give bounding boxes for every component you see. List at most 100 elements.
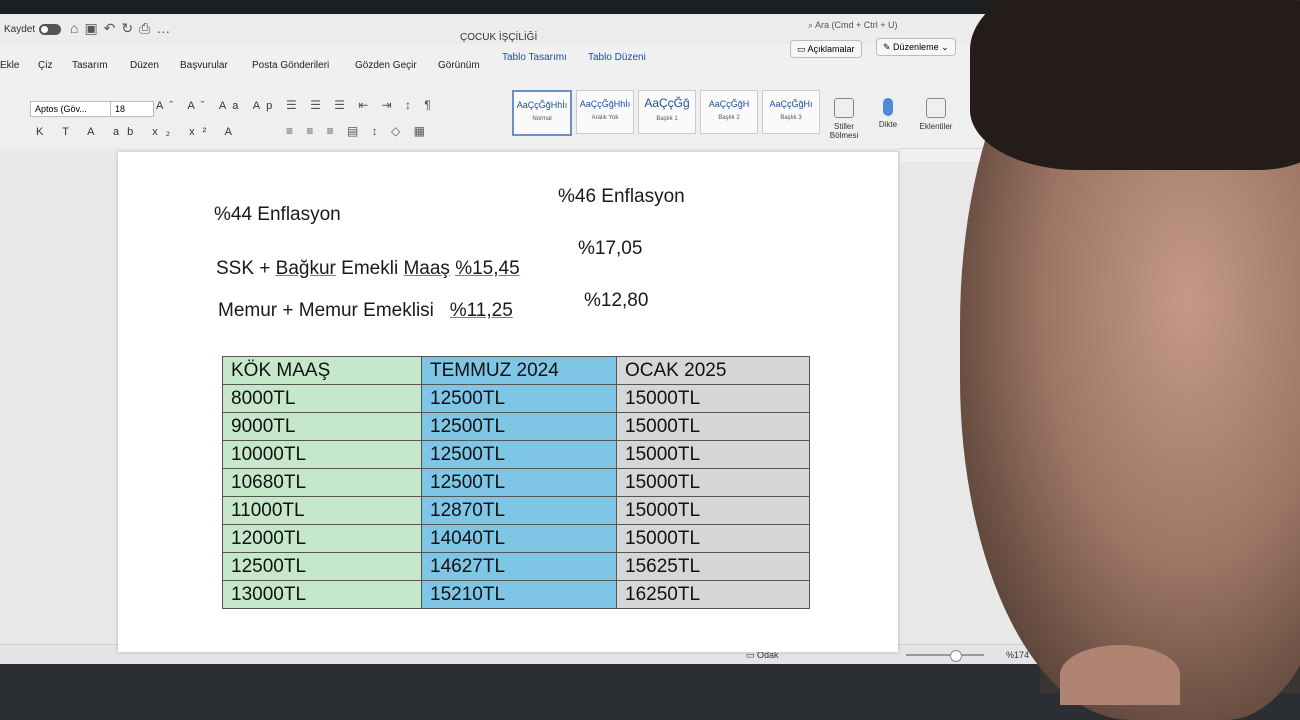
align-icons[interactable]: ≡ ≡ ≡ ▤ ↕ ◇ ▦ [286,124,430,138]
addins-button[interactable]: Eklentiler [912,98,960,131]
table-row: 12500TL 14627TL 15625TL [222,552,810,581]
person-hand [1060,645,1180,705]
tab-ciz[interactable]: Çiz [38,60,52,71]
comments-label: Açıklamalar [807,44,855,54]
table-cell[interactable]: 15000TL [616,468,810,497]
table-cell[interactable]: 12500TL [421,412,617,441]
text-format-icons[interactable]: K T A ab x₂ x² A [36,126,240,138]
person-hair [970,0,1300,170]
table-cell[interactable]: 12500TL [421,468,617,497]
ribbon-toolbar: Aptos (Göv... 18 Aˆ Aˇ Aa Ap K T A ab x₂… [0,76,1050,149]
table-cell[interactable]: 15000TL [616,524,810,553]
style-sample: AaÇçĞğHhİı [579,99,631,109]
table-cell[interactable]: 14040TL [421,524,617,553]
style-heading-3[interactable]: AaÇçĞğHı Başlık 3 [762,90,820,134]
style-no-spacing[interactable]: AaÇçĞğHhİı Aralık Yok [576,90,634,134]
document-title[interactable]: ÇOCUK İŞÇİLİĞİ [460,32,537,43]
comments-button[interactable]: ▭ Açıklamalar [790,40,862,58]
dictate-button[interactable]: Dikte [864,98,912,129]
table-cell[interactable]: 9000TL [222,412,422,441]
header-kok-maas[interactable]: KÖK MAAŞ [222,356,422,385]
styles-pane-icon [834,98,854,118]
style-label: Normal [532,116,552,122]
autosave-label: Kaydet [4,24,36,35]
tab-tablo-duzeni[interactable]: Tablo Düzeni [588,52,646,63]
search-box[interactable]: ⌕ Ara (Cmd + Ctrl + U) [808,20,958,34]
table-row: 9000TL 12500TL 15000TL [222,412,810,441]
table-cell[interactable]: 10680TL [222,468,422,497]
table-cell[interactable]: 15000TL [616,412,810,441]
memur-percent-2025: %12,80 [584,290,649,311]
table-cell[interactable]: 14627TL [421,552,617,581]
font-size-select[interactable]: 18 [110,101,154,117]
autosave-toggle[interactable] [39,24,62,35]
dictate-label: Dikte [878,120,898,129]
tab-gozden-gecir[interactable]: Gözden Geçir [355,60,417,71]
style-gallery: AaÇçĞğHhİı Normal AaÇçĞğHhİı Aralık Yok Aa… [512,90,820,136]
zoom-slider[interactable] [906,650,984,662]
table-cell[interactable]: 12500TL [421,440,617,469]
table-cell[interactable]: 15000TL [616,496,810,525]
table-cell[interactable]: 8000TL [222,384,422,413]
maas-word: Maaş [403,258,450,279]
style-sample: AaÇçĞğH [708,99,750,109]
table-row: 13000TL 15210TL 16250TL [222,580,810,609]
tab-gorunum[interactable]: Görünüm [438,60,480,71]
table-cell[interactable]: 12000TL [222,524,422,553]
table-cell[interactable]: 12870TL [421,496,617,525]
tab-basvurular[interactable]: Başvurular [180,60,228,71]
style-label: Aralık Yok [591,115,619,121]
quick-access-toolbar[interactable]: ⌂▣↶↻⎙… [70,20,176,37]
tab-posta[interactable]: Posta Gönderileri [252,60,329,71]
table-cell[interactable]: 11000TL [222,496,422,525]
zoom-level[interactable]: %174 [1006,650,1029,660]
table-cell[interactable]: 12500TL [222,552,422,581]
header-ocak-2025[interactable]: OCAK 2025 [616,356,810,385]
tab-duzen[interactable]: Düzen [130,60,159,71]
salary-table[interactable]: KÖK MAAŞ TEMMUZ 2024 OCAK 2025 8000TL 125… [222,356,810,609]
table-cell[interactable]: 16250TL [616,580,810,609]
ssk-prefix: SSK + [216,258,276,279]
table-cell[interactable]: 15625TL [616,552,810,581]
addins-icon [926,98,946,118]
style-label: Başlık 1 [656,116,678,122]
tab-ekle[interactable]: Ekle [0,60,19,71]
table-row: 10000TL 12500TL 15000TL [222,440,810,469]
addins-label: Eklentiler [919,122,953,131]
bagkur-word: Bağkur [275,258,336,279]
autosave-control[interactable]: Kaydet [4,24,62,35]
table-cell[interactable]: 15000TL [616,440,810,469]
table-row: 10680TL 12500TL 15000TL [222,468,810,497]
table-cell[interactable]: 15210TL [421,580,617,609]
style-sample: AaÇçĞğHhİı [516,100,568,110]
pencil-icon: ✎ [883,42,894,52]
table-cell[interactable]: 10000TL [222,440,422,469]
table-header-row: KÖK MAAŞ TEMMUZ 2024 OCAK 2025 [222,356,810,385]
table-row: 11000TL 12870TL 15000TL [222,496,810,525]
table-row: 12000TL 14040TL 15000TL [222,524,810,553]
style-heading-1[interactable]: AaÇçĞğ Başlık 1 [638,90,696,134]
memur-percent-2024: %11,25 [449,300,513,321]
ssk-bagkur-line: SSK + Bağkur Emekli Maaş %15,45 [216,258,520,280]
font-name-select[interactable]: Aptos (Göv... [30,101,112,117]
search-icon: ⌕ [808,20,816,30]
tab-tasarim[interactable]: Tasarım [72,60,108,71]
list-icons[interactable]: ☰ ☰ ☰ ⇤ ⇥ ↕ ¶ [286,98,436,112]
tab-tablo-tasarimi[interactable]: Tablo Tasarımı [502,52,567,63]
table-cell[interactable]: 13000TL [222,580,422,609]
table-cell[interactable]: 12500TL [421,384,617,413]
emekli-word: Emekli [335,258,404,279]
microphone-icon [883,98,893,116]
style-heading-2[interactable]: AaÇçĞğH Başlık 2 [700,90,758,134]
font-grow-shrink-icons[interactable]: Aˆ Aˇ Aa Ap [156,100,278,112]
inflation-44-text: %44 Enflasyon [214,204,341,225]
comment-icon: ▭ [797,44,808,54]
table-cell[interactable]: 15000TL [616,384,810,413]
inflation-46-text: %46 Enflasyon [558,186,685,207]
header-temmuz-2024[interactable]: TEMMUZ 2024 [421,356,617,385]
styles-pane-button[interactable]: Stiller Bölmesi [820,98,868,140]
memur-label: Memur + Memur Emeklisi [218,300,434,321]
style-label: Başlık 3 [780,115,802,121]
style-normal[interactable]: AaÇçĞğHhİı Normal [512,90,572,136]
editing-mode-button[interactable]: ✎ Düzenleme ⌄ [876,38,956,56]
